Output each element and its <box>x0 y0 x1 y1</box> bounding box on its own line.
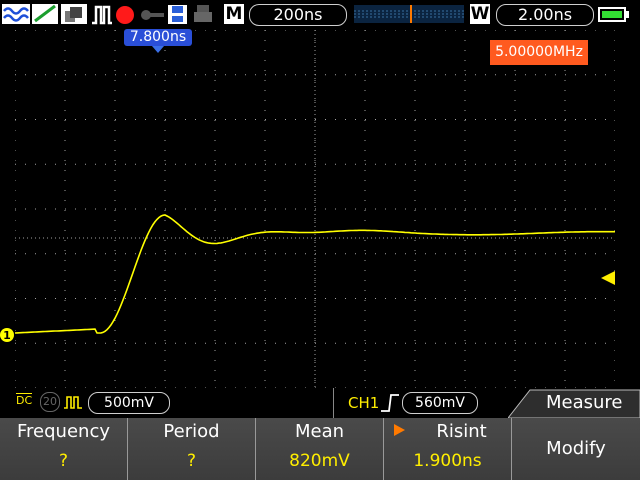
trigger-position-arrow-icon <box>152 46 164 53</box>
softkey-risetime[interactable]: Risint 1.900ns <box>384 418 512 480</box>
softkey-label: Risint <box>436 421 487 442</box>
record-icon[interactable] <box>115 3 137 25</box>
trigger-level-readout[interactable]: 560mV <box>402 392 478 414</box>
status-bar: M 200ns W 2.00ns <box>0 0 640 30</box>
softkey-label: Mean <box>294 421 345 442</box>
softkey-label: Period <box>163 421 220 442</box>
coupling-indicator[interactable]: DC <box>16 393 33 407</box>
timebase-readout[interactable]: 200ns <box>249 4 347 26</box>
softkey-label: Frequency <box>17 421 110 442</box>
softkey-value: 820mV <box>289 451 350 471</box>
memory-overview-bar[interactable] <box>354 5 464 23</box>
trigger-source-label: CH1 <box>348 394 380 412</box>
softkey-modify[interactable]: Modify <box>512 418 640 480</box>
softkey-mean[interactable]: Mean 820mV <box>256 418 384 480</box>
battery-full-icon <box>598 7 632 29</box>
bandwidth-limit-indicator[interactable]: 20 <box>40 392 60 412</box>
vertical-scale-readout[interactable]: 500mV <box>88 392 170 414</box>
save-icon[interactable] <box>167 3 189 25</box>
key-icon <box>140 3 166 25</box>
window-timebase-label: W <box>470 4 490 24</box>
invert-waveform-icon[interactable] <box>63 394 83 410</box>
main-timebase-label: M <box>224 4 244 24</box>
waveform-display[interactable] <box>15 30 615 388</box>
softkey-period[interactable]: Period ? <box>128 418 256 480</box>
channel-1-marker-icon[interactable]: 1 <box>0 327 16 343</box>
menu-title: Measure <box>546 392 623 413</box>
softkey-menu: Frequency ? Period ? Mean 820mV Risint 1… <box>0 418 640 480</box>
printer-icon[interactable] <box>192 3 214 25</box>
window-timebase-readout[interactable]: 2.00ns <box>496 4 594 26</box>
display-persistence-icon <box>61 3 87 25</box>
run-state-waves-icon <box>2 3 30 25</box>
rising-edge-icon[interactable] <box>380 393 400 413</box>
trigger-position-readout: 7.800ns <box>124 29 192 46</box>
softkey-frequency[interactable]: Frequency ? <box>0 418 128 480</box>
channel-1-marker-label: 1 <box>3 329 11 342</box>
view-window-marker <box>410 5 472 23</box>
softkey-value: ? <box>186 451 197 471</box>
frequency-readout: 5.00000MHz <box>490 40 588 65</box>
cursor-slope-icon <box>32 3 58 25</box>
softkey-label: Modify <box>546 438 606 459</box>
softkey-value: ? <box>58 451 69 471</box>
trigger-level-arrow-icon[interactable] <box>601 271 616 286</box>
graticule <box>15 30 615 388</box>
softkey-value: 1.900ns <box>413 451 482 471</box>
waveform-mode-icon <box>90 3 114 25</box>
